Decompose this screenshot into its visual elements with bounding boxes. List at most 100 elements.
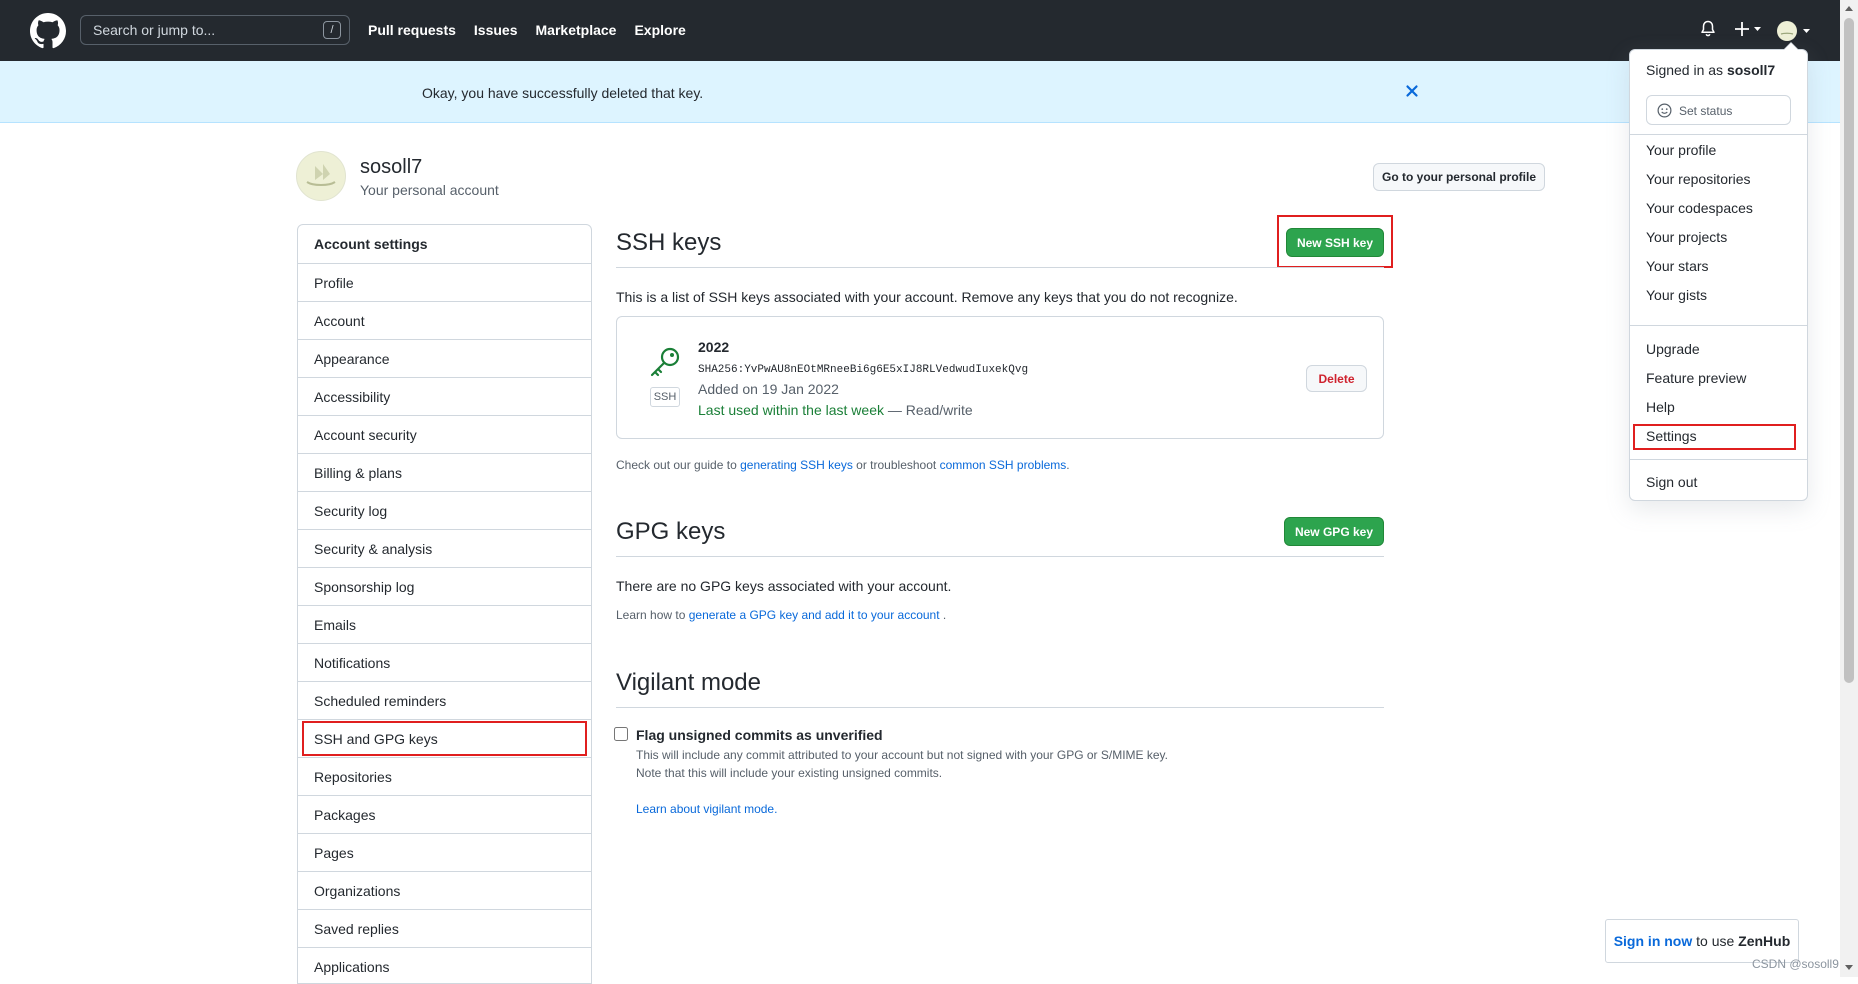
delete-ssh-key-button[interactable]: Delete — [1306, 365, 1367, 392]
slash-shortcut-badge: / — [323, 21, 341, 39]
nav-marketplace[interactable]: Marketplace — [536, 22, 617, 38]
bell-icon[interactable] — [1700, 20, 1716, 38]
zenhub-signin-link[interactable]: Sign in now — [1614, 933, 1693, 949]
github-logo-icon[interactable] — [30, 13, 66, 49]
dropdown-divider-3 — [1630, 459, 1807, 460]
ssh-key-name: 2022 — [698, 339, 730, 355]
generate-gpg-key-link[interactable]: generate a GPG key and add it to your ac… — [689, 608, 940, 622]
search-box[interactable]: / — [80, 15, 350, 45]
gpg-learn-text: Learn how to generate a GPG key and add … — [616, 608, 946, 622]
sidebar-item-account-security[interactable]: Account security — [298, 416, 591, 454]
learn-vigilant-mode-link[interactable]: Learn about vigilant mode. — [636, 802, 777, 816]
csdn-watermark: CSDN @sosoll9 — [1752, 957, 1839, 971]
go-to-profile-button[interactable]: Go to your personal profile — [1373, 163, 1545, 191]
sidebar-item-security-analysis[interactable]: Security & analysis — [298, 530, 591, 568]
vigilant-divider — [616, 707, 1384, 708]
scroll-down-arrow-icon[interactable] — [1844, 964, 1854, 972]
ssh-guide-middle: or troubleshoot — [856, 458, 937, 472]
ssh-keys-title: SSH keys — [616, 229, 722, 256]
flash-notice: Okay, you have successfully deleted that… — [0, 61, 1840, 123]
dd-sign-out[interactable]: Sign out — [1646, 474, 1697, 490]
nav-issues[interactable]: Issues — [474, 22, 518, 38]
scrollbar-thumb[interactable] — [1844, 18, 1854, 683]
account-avatar — [296, 151, 346, 201]
vigilant-mode-title: Vigilant mode — [616, 669, 761, 696]
zenhub-brand: ZenHub — [1738, 933, 1791, 949]
plus-icon — [1735, 22, 1761, 36]
ssh-guide-suffix: . — [1066, 458, 1070, 472]
dd-your-projects[interactable]: Your projects — [1646, 229, 1727, 245]
vigilant-mode-checkbox[interactable] — [614, 727, 628, 741]
generating-ssh-keys-link[interactable]: generating SSH keys — [740, 458, 853, 472]
sidebar-item-profile[interactable]: Profile — [298, 264, 591, 302]
signed-in-as: Signed in as sosoll7 — [1646, 62, 1775, 78]
vigilant-checkbox-label[interactable]: Flag unsigned commits as unverified — [636, 727, 883, 743]
dd-your-stars[interactable]: Your stars — [1646, 258, 1709, 274]
dd-your-profile[interactable]: Your profile — [1646, 142, 1716, 158]
dd-feature-preview[interactable]: Feature preview — [1646, 370, 1746, 386]
sidebar-item-billing-plans[interactable]: Billing & plans — [298, 454, 591, 492]
account-username[interactable]: sosoll7 — [360, 156, 422, 179]
search-input[interactable] — [81, 16, 335, 44]
nav-explore[interactable]: Explore — [634, 22, 685, 38]
common-ssh-problems-link[interactable]: common SSH problems — [940, 458, 1067, 472]
create-new-dropdown[interactable] — [1734, 19, 1764, 39]
top-header: / Pull requests Issues Marketplace Explo… — [0, 0, 1840, 61]
sidebar-item-applications[interactable]: Applications — [298, 948, 591, 983]
gpg-empty-message: There are no GPG keys associated with yo… — [616, 578, 952, 594]
account-subtitle: Your personal account — [360, 182, 499, 198]
sidebar-items: Profile Account Appearance Accessibility Acc… — [298, 264, 591, 983]
ssh-key-usage: Last used within the last week — Read/wr… — [698, 402, 973, 418]
ssh-description: This is a list of SSH keys associated wi… — [616, 289, 1238, 305]
sidebar-item-repositories[interactable]: Repositories — [298, 758, 591, 796]
sidebar-item-account[interactable]: Account — [298, 302, 591, 340]
sidebar-item-security-log[interactable]: Security log — [298, 492, 591, 530]
ssh-key-added-date: Added on 19 Jan 2022 — [698, 381, 839, 397]
sidebar-item-scheduled-reminders[interactable]: Scheduled reminders — [298, 682, 591, 720]
sidebar-item-saved-replies[interactable]: Saved replies — [298, 910, 591, 948]
dd-your-repositories[interactable]: Your repositories — [1646, 171, 1751, 187]
settings-sidebar: Account settings Profile Account Appearanc… — [297, 224, 592, 984]
ssh-key-card: SSH 2022 SHA256:YvPwAU8nEOtMRneeBi6g6E5x… — [616, 316, 1384, 439]
dd-upgrade[interactable]: Upgrade — [1646, 341, 1700, 357]
flash-message: Okay, you have successfully deleted that… — [422, 85, 704, 101]
sidebar-item-ssh-and-gpg-keys[interactable]: SSH and GPG keys — [298, 720, 591, 758]
user-dropdown-menu: Signed in as sosoll7 Set status Your pro… — [1629, 42, 1808, 501]
signed-in-username: sosoll7 — [1726, 62, 1776, 78]
sidebar-item-appearance[interactable]: Appearance — [298, 340, 591, 378]
gpg-learn-prefix: Learn how to — [616, 608, 686, 622]
ship-avatar-icon — [306, 164, 336, 186]
user-menu-toggle[interactable] — [1777, 21, 1813, 43]
sidebar-item-notifications[interactable]: Notifications — [298, 644, 591, 682]
dd-settings[interactable]: Settings — [1646, 428, 1697, 444]
new-ssh-key-button[interactable]: New SSH key — [1286, 228, 1384, 257]
signed-in-prefix: Signed in as — [1646, 62, 1724, 78]
sidebar-item-accessibility[interactable]: Accessibility — [298, 378, 591, 416]
sidebar-item-sponsorship-log[interactable]: Sponsorship log — [298, 568, 591, 606]
nav-pull-requests[interactable]: Pull requests — [368, 22, 456, 38]
dd-your-codespaces[interactable]: Your codespaces — [1646, 200, 1753, 216]
sidebar-item-packages[interactable]: Packages — [298, 796, 591, 834]
sidebar-item-pages[interactable]: Pages — [298, 834, 591, 872]
sidebar-item-emails[interactable]: Emails — [298, 606, 591, 644]
page-scrollbar[interactable] — [1840, 0, 1858, 977]
dd-help[interactable]: Help — [1646, 399, 1675, 415]
sidebar-item-organizations[interactable]: Organizations — [298, 872, 591, 910]
ssh-divider — [616, 267, 1384, 268]
vigilant-desc-line2: Note that this will include your existin… — [636, 766, 943, 780]
set-status-button[interactable]: Set status — [1646, 95, 1791, 125]
smiley-icon — [1657, 103, 1672, 118]
ssh-guide-prefix: Check out our guide to — [616, 458, 737, 472]
header-nav: Pull requests Issues Marketplace Explore — [368, 22, 686, 38]
user-avatar-icon — [1777, 21, 1810, 41]
ssh-key-access: — Read/write — [887, 402, 973, 418]
dropdown-caret-inner — [1784, 43, 1798, 50]
gpg-divider — [616, 556, 1384, 557]
scroll-up-arrow-icon[interactable] — [1844, 4, 1854, 12]
close-icon[interactable] — [1403, 82, 1421, 100]
dropdown-divider-1 — [1630, 134, 1807, 135]
ssh-key-fingerprint: SHA256:YvPwAU8nEOtMRneeBi6g6E5xIJ8RLVedw… — [698, 364, 1029, 376]
vigilant-desc-line1: This will include any commit attributed … — [636, 748, 1169, 762]
new-gpg-key-button[interactable]: New GPG key — [1284, 517, 1384, 546]
dd-your-gists[interactable]: Your gists — [1646, 287, 1707, 303]
